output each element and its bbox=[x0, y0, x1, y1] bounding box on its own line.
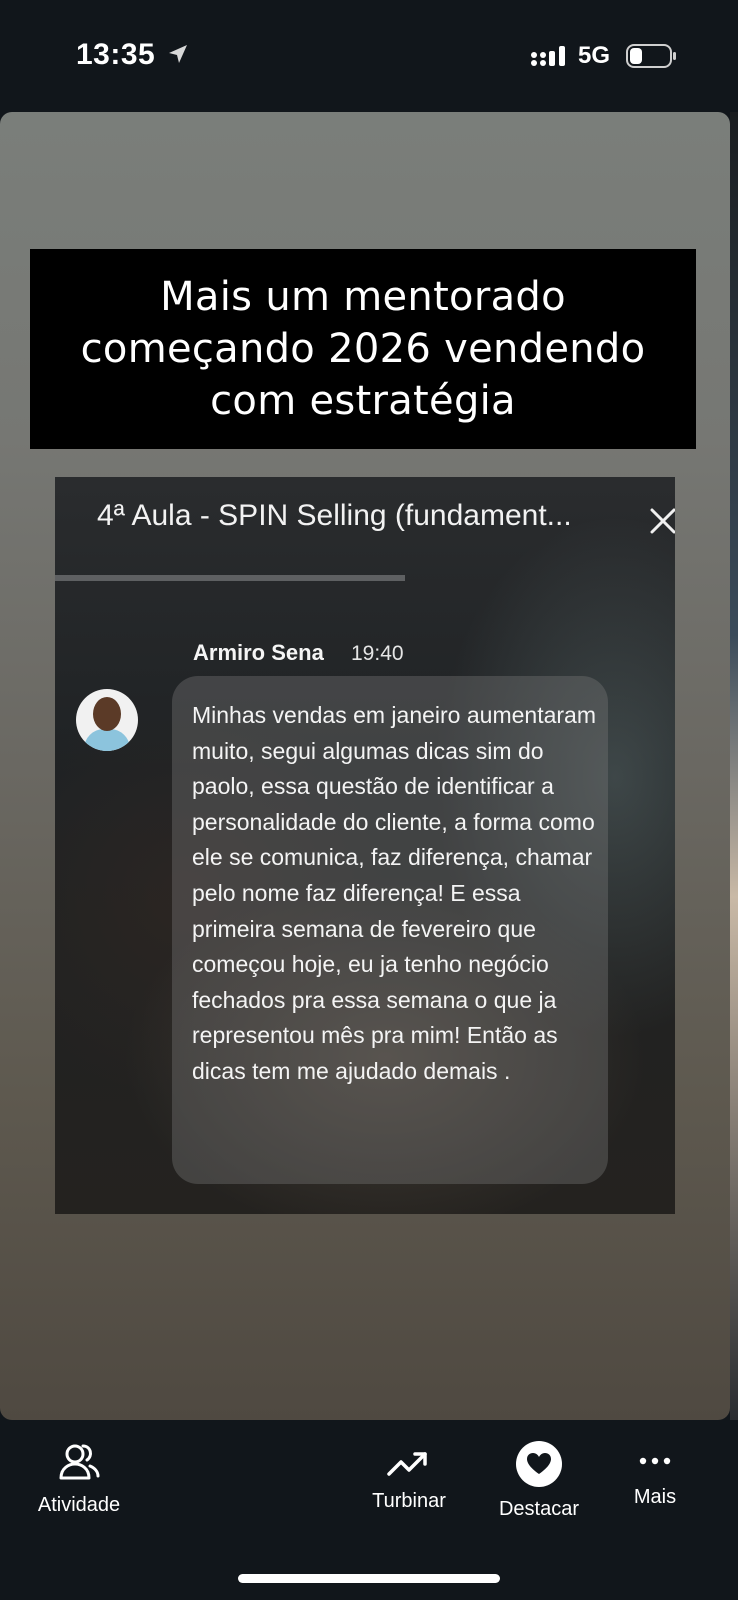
highlight-label: Destacar bbox=[498, 1498, 580, 1520]
status-time: 13:35 bbox=[76, 38, 156, 71]
trending-up-icon bbox=[387, 1452, 427, 1476]
heart-circle-icon bbox=[516, 1441, 562, 1487]
message-time: 19:40 bbox=[351, 642, 404, 665]
close-icon bbox=[650, 508, 675, 534]
location-arrow-icon bbox=[169, 45, 187, 63]
activity-label: Atividade bbox=[37, 1494, 121, 1516]
message-bubble: Minhas vendas em janeiro aumentaram muit… bbox=[172, 676, 608, 1184]
home-indicator[interactable] bbox=[238, 1574, 500, 1583]
lesson-title: 4ª Aula - SPIN Selling (fundament... bbox=[97, 499, 572, 532]
more-dots-icon bbox=[639, 1457, 671, 1465]
battery-icon bbox=[626, 44, 676, 68]
embedded-screenshot: 4ª Aula - SPIN Selling (fundament... Arm… bbox=[55, 477, 675, 1214]
boost-button[interactable]: Turbinar bbox=[364, 1448, 454, 1513]
next-story-edge bbox=[730, 112, 738, 1420]
caption-box: Mais um mentorado começando 2026 vendend… bbox=[30, 249, 696, 449]
more-button[interactable]: Mais bbox=[620, 1446, 690, 1509]
story-card[interactable]: Mais um mentorado começando 2026 vendend… bbox=[0, 112, 730, 1420]
message-text: Minhas vendas em janeiro aumentaram muit… bbox=[192, 702, 596, 1084]
activity-icon bbox=[59, 1444, 100, 1480]
divider bbox=[55, 575, 405, 581]
avatar bbox=[76, 689, 138, 751]
activity-button[interactable]: Atividade bbox=[24, 1440, 134, 1517]
boost-label: Turbinar bbox=[372, 1490, 446, 1512]
highlight-button[interactable]: Destacar bbox=[484, 1440, 594, 1521]
signal-icon bbox=[531, 46, 565, 66]
story-screen: 13:35 5G Mais um mentorado começando 202… bbox=[0, 0, 738, 1600]
network-type: 5G bbox=[578, 42, 611, 69]
message-author: Armiro Sena bbox=[193, 640, 324, 665]
story-caption: Mais um mentorado começando 2026 vendend… bbox=[80, 274, 646, 424]
more-label: Mais bbox=[633, 1486, 677, 1508]
